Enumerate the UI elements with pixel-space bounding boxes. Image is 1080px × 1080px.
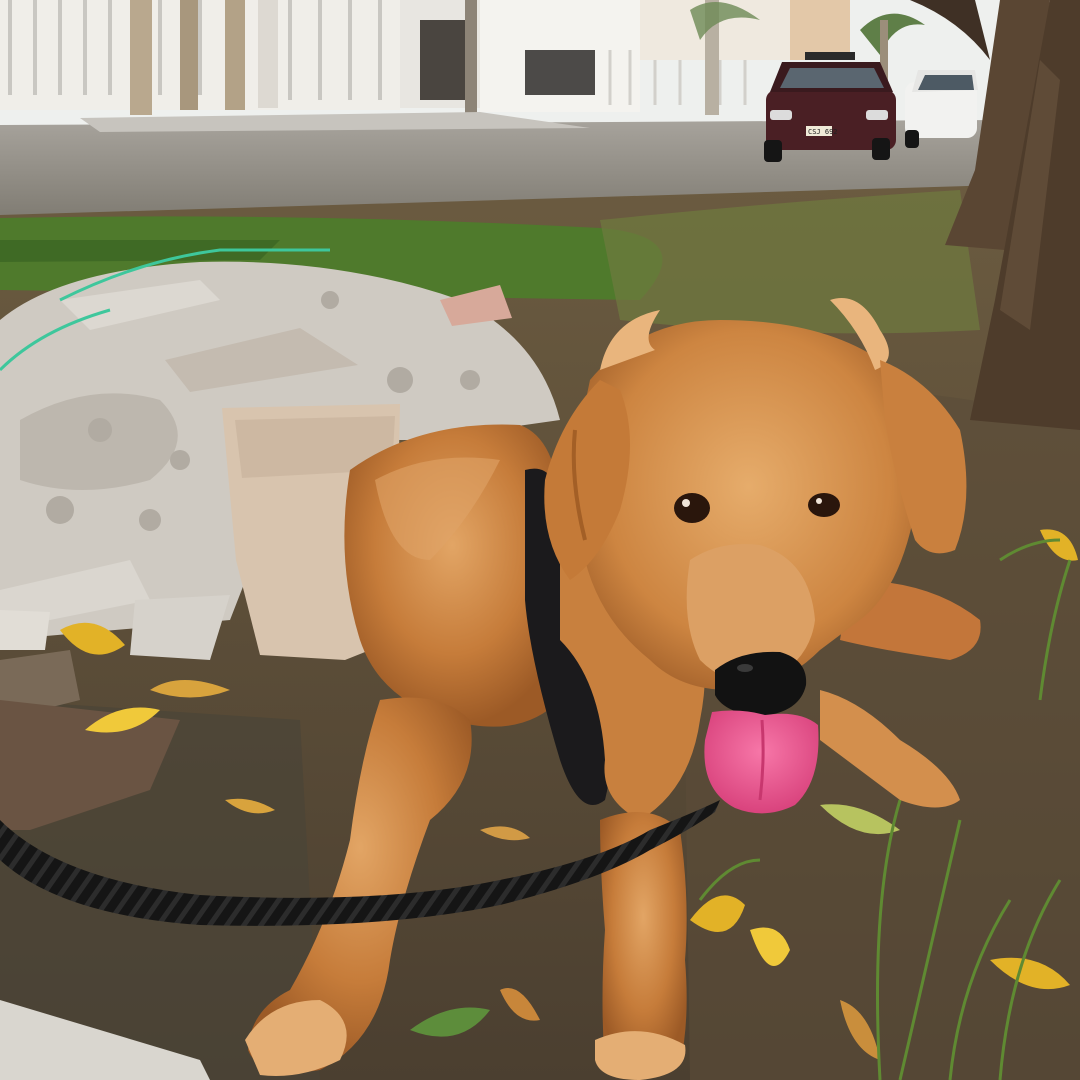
palm-trunk <box>130 0 152 115</box>
photo-scene: CSJ 692 <box>0 0 1080 1080</box>
parked-car-maroon: CSJ 692 <box>764 52 896 162</box>
parked-suv-white <box>905 70 978 148</box>
photo-illustration: CSJ 692 <box>0 0 1080 1080</box>
dog-eye-left <box>674 493 710 523</box>
dog-eye-right <box>808 493 840 517</box>
utility-pole <box>465 0 477 118</box>
license-plate-text: CSJ 692 <box>808 128 838 136</box>
doorway <box>420 20 465 100</box>
